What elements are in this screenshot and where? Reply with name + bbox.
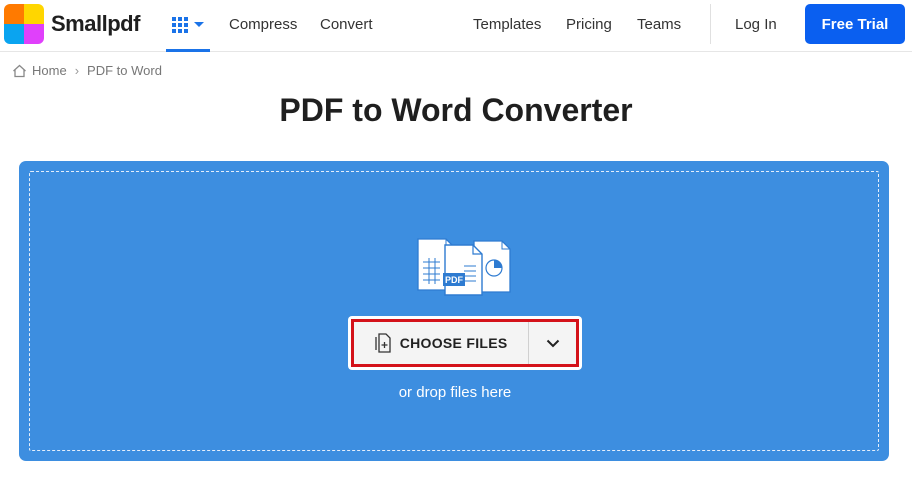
free-trial-button[interactable]: Free Trial — [805, 4, 905, 44]
file-stack-icon: PDF — [417, 238, 511, 296]
choose-files-dropdown[interactable] — [529, 322, 576, 364]
logo[interactable]: Smallpdf — [4, 4, 140, 44]
page-title: PDF to Word Converter — [279, 92, 633, 128]
nav-pricing[interactable]: Pricing — [566, 16, 612, 33]
file-add-icon — [375, 333, 391, 353]
nav-convert[interactable]: Convert — [320, 16, 373, 33]
apps-grid-icon — [172, 16, 188, 33]
pdf-badge-text: PDF — [445, 275, 464, 285]
caret-down-icon — [194, 22, 204, 27]
file-drop-zone[interactable]: PDF CHOOSE FILES or drop files here — [19, 161, 889, 461]
breadcrumb-current: PDF to Word — [87, 63, 162, 78]
header-divider — [710, 4, 711, 44]
chevron-down-icon — [546, 339, 559, 347]
drop-zone-border: PDF CHOOSE FILES or drop files here — [29, 171, 879, 451]
site-header: Smallpdf Compress Convert Templates Pric… — [0, 0, 912, 52]
nav-teams[interactable]: Teams — [637, 16, 681, 33]
choose-files-control: CHOOSE FILES — [348, 316, 582, 370]
choose-files-button[interactable]: CHOOSE FILES — [354, 322, 528, 364]
nav-templates[interactable]: Templates — [473, 16, 541, 33]
brand-name: Smallpdf — [51, 11, 140, 36]
choose-files-label: CHOOSE FILES — [399, 335, 508, 351]
drop-hint: or drop files here — [398, 384, 512, 401]
login-link[interactable]: Log In — [735, 16, 777, 33]
breadcrumb-separator: › — [74, 63, 80, 78]
nav-compress[interactable]: Compress — [229, 16, 297, 33]
home-icon — [13, 64, 26, 77]
breadcrumb-home[interactable]: Home — [32, 63, 67, 78]
breadcrumb: Home › PDF to Word — [12, 63, 162, 78]
apps-menu-button[interactable] — [166, 0, 210, 52]
logo-icon — [4, 4, 44, 44]
choose-files-group: CHOOSE FILES — [351, 319, 579, 367]
